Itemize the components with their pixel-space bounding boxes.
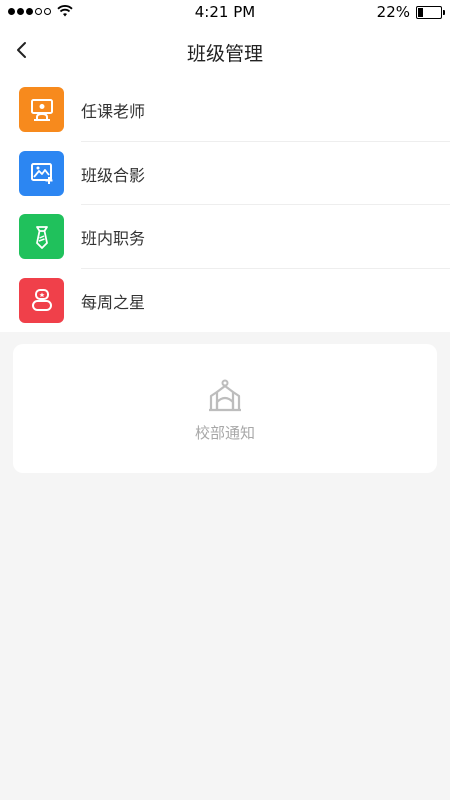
menu-item-label: 班内职务	[81, 229, 146, 248]
status-bar: 4:21 PM 22%	[0, 0, 450, 26]
menu-item-label: 班级合影	[81, 165, 146, 185]
menu-item-teachers[interactable]: 任课老师	[0, 78, 450, 142]
star-person-icon	[19, 277, 64, 323]
photo-add-icon	[19, 150, 64, 196]
battery-percent: 22%	[376, 3, 410, 21]
menu-item-class-photo[interactable]: 班级合影	[0, 142, 450, 205]
nav-bar: 班级管理	[0, 26, 450, 79]
school-notice-card[interactable]: 校部通知	[13, 344, 437, 473]
tie-icon	[19, 214, 64, 259]
menu-item-weekly-star[interactable]: 每周之星	[0, 269, 450, 333]
menu-item-class-duties[interactable]: 班内职务	[0, 205, 450, 269]
menu-item-label: 任课老师	[81, 102, 146, 121]
teacher-board-icon	[19, 87, 64, 132]
class-menu-list: 任课老师 班级合影 班内职务 每周之星	[0, 78, 450, 332]
battery-icon	[416, 5, 445, 19]
school-building-icon	[209, 379, 241, 412]
school-notice-label: 校部通知	[194, 424, 255, 442]
menu-item-label: 每周之星	[81, 292, 146, 312]
page-title: 班级管理	[186, 43, 263, 65]
